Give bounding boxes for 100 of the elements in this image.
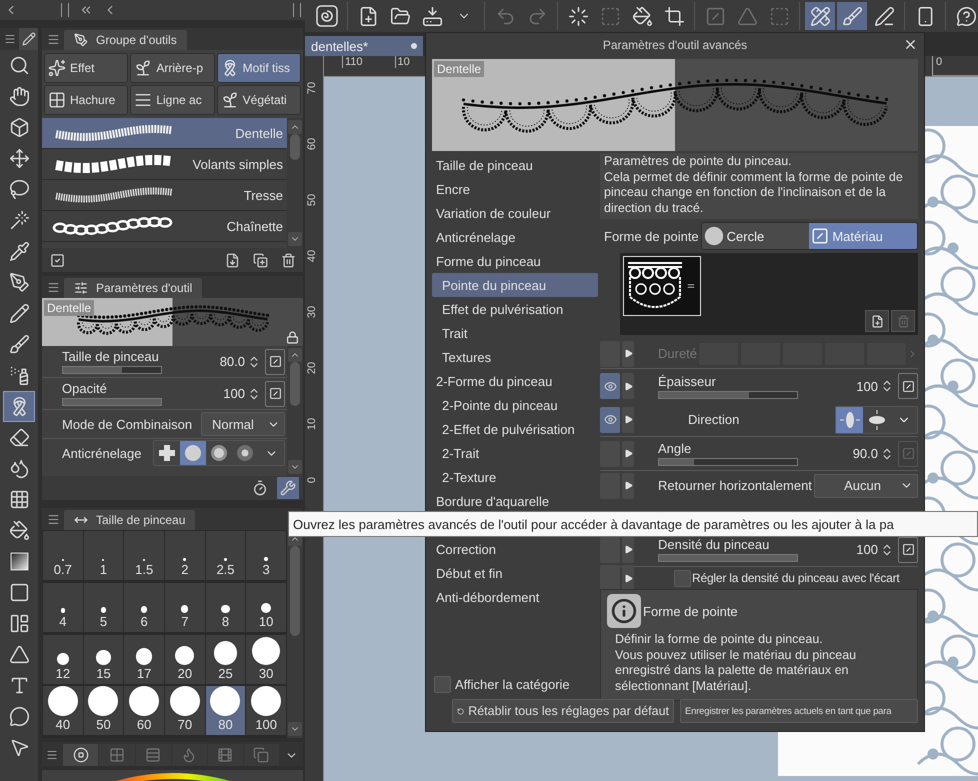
size-label: 15: [96, 666, 111, 680]
category-item[interactable]: Variation de couleur: [432, 201, 598, 225]
size-cell[interactable]: 6: [124, 582, 164, 632]
size-label: 10: [258, 614, 274, 629]
category-item[interactable]: 2-Forme du pinceau: [432, 369, 598, 393]
size-cell[interactable]: 0.7: [43, 531, 83, 580]
size-cell[interactable]: 12: [43, 634, 83, 684]
size-cell[interactable]: 50: [84, 686, 124, 736]
segment-option[interactable]: Cercle: [702, 223, 810, 249]
setting-label: Retourner horizontalement: [658, 478, 812, 493]
size-label: 8: [222, 614, 230, 629]
ruler-number: 60: [306, 138, 319, 150]
group-button[interactable]: Motif tiss: [216, 53, 301, 83]
info-title: Forme de pointe: [643, 604, 738, 618]
size-label: 30: [258, 666, 274, 680]
category-item[interactable]: Effet de pulvérisation: [432, 297, 598, 321]
setting-label: Mode de Combinaison: [62, 416, 192, 432]
category-item[interactable]: Pointe du pinceau: [432, 273, 598, 297]
setting-label: Densité du pinceau: [658, 537, 770, 552]
group-button[interactable]: Effet: [44, 53, 128, 83]
size-label: 25: [218, 666, 233, 680]
setting-label: Forme de pointe: [604, 228, 699, 244]
size-cell[interactable]: 7: [165, 582, 205, 632]
ruler-number: 110: [342, 56, 363, 68]
palette-tab[interactable]: Groupe d’outils: [64, 30, 187, 50]
size-cell[interactable]: 80: [206, 686, 246, 736]
value-text: 80.0: [220, 354, 245, 369]
category-item[interactable]: Anti-débordement: [432, 585, 598, 609]
size-label: 5: [100, 614, 108, 629]
ruler-number: 10: [394, 56, 410, 68]
size-label: 12: [56, 666, 70, 680]
size-label: 1.5: [135, 562, 154, 577]
size-cell[interactable]: 15: [84, 634, 124, 684]
dropdown[interactable]: Normal: [201, 412, 285, 436]
info-text: Définir la forme de pointe du pinceau. Vous pouvez utiliser le matériau du pinceau enregistré dans la palette de matériaux en sélectionnant [Matériau].: [614, 632, 858, 694]
value-text: 100: [856, 378, 878, 394]
size-label: 1: [100, 562, 108, 577]
category-item[interactable]: 2-Effet de pulvérisation: [432, 417, 598, 441]
size-cell[interactable]: 4: [43, 582, 83, 632]
setting-label: Épaisseur: [658, 374, 717, 388]
category-item[interactable]: Correction: [432, 537, 598, 561]
size-label: 60: [136, 717, 152, 732]
category-item[interactable]: Trait: [432, 321, 598, 345]
size-cell[interactable]: 100: [246, 686, 286, 736]
group-button[interactable]: Ligne ac: [130, 85, 215, 115]
dialog-title: Paramètres d'outil avancés: [602, 38, 748, 52]
category-item[interactable]: Début et fin: [432, 561, 598, 585]
size-label: 70: [178, 717, 192, 732]
size-cell[interactable]: 70: [165, 686, 205, 736]
size-cell[interactable]: 1: [84, 531, 124, 580]
ruler-number: 40: [306, 250, 319, 262]
palette-tab[interactable]: Paramètres d'outil: [64, 278, 202, 298]
group-button[interactable]: Arrière-p: [130, 53, 215, 83]
size-cell[interactable]: 20: [165, 634, 205, 684]
setting-label: Régler la densité du pinceau avec l'écart: [692, 571, 900, 585]
document-tab[interactable]: dentelles*: [305, 36, 423, 56]
dialog-button[interactable]: Enregistrer les paramètres actuels en tant que para: [680, 699, 918, 723]
dialog-button[interactable]: Rétablir tous les réglages par défaut: [452, 699, 674, 723]
size-label: 4: [59, 614, 66, 629]
group-button[interactable]: Végétati: [216, 85, 301, 115]
category-item[interactable]: Encre: [432, 177, 598, 201]
category-item[interactable]: Forme du pinceau: [432, 249, 598, 273]
category-item[interactable]: 2-Texture: [432, 465, 598, 489]
category-item[interactable]: Taille de pinceau: [432, 153, 598, 177]
size-cell[interactable]: 2.5: [206, 531, 246, 580]
ruler-number: 30: [306, 306, 319, 318]
size-cell[interactable]: 1.5: [124, 531, 164, 580]
category-item[interactable]: Anticrénelage: [432, 225, 598, 249]
setting-label: Opacité: [62, 381, 108, 396]
size-label: 7: [181, 614, 188, 629]
setting-label: Angle: [658, 441, 692, 456]
group-button[interactable]: Hachure: [44, 85, 128, 115]
size-cell[interactable]: 8: [206, 582, 246, 632]
size-cell[interactable]: 5: [84, 582, 124, 632]
size-label: 100: [255, 717, 278, 732]
value-text: 100: [856, 542, 878, 557]
size-cell[interactable]: 2: [165, 531, 205, 580]
size-label: 40: [56, 717, 70, 732]
category-item[interactable]: 2-Trait: [432, 441, 598, 465]
dropdown[interactable]: Aucun: [814, 474, 918, 498]
brush-item[interactable]: Dentelle: [42, 118, 287, 149]
category-item[interactable]: Textures: [432, 345, 598, 369]
palette-tab[interactable]: Taille de pinceau: [64, 510, 196, 530]
size-label: 2: [181, 562, 188, 577]
size-cell[interactable]: 60: [124, 686, 164, 736]
size-cell[interactable]: 25: [206, 634, 246, 684]
size-cell[interactable]: 10: [246, 582, 286, 632]
size-cell[interactable]: 3: [246, 531, 286, 580]
value-text: 100: [223, 386, 245, 401]
size-label: 6: [140, 614, 148, 629]
ruler-number: 0: [306, 476, 319, 484]
size-cell[interactable]: 30: [246, 634, 286, 684]
size-label: 2.5: [216, 562, 235, 577]
size-label: 80: [218, 717, 233, 732]
checkbox-label: Afficher la catégorie: [455, 677, 570, 692]
size-cell[interactable]: 17: [124, 634, 164, 684]
setting-label: Direction: [688, 412, 740, 427]
size-cell[interactable]: 40: [43, 686, 83, 736]
category-item[interactable]: 2-Pointe du pinceau: [432, 393, 598, 417]
size-label: 20: [178, 666, 192, 680]
